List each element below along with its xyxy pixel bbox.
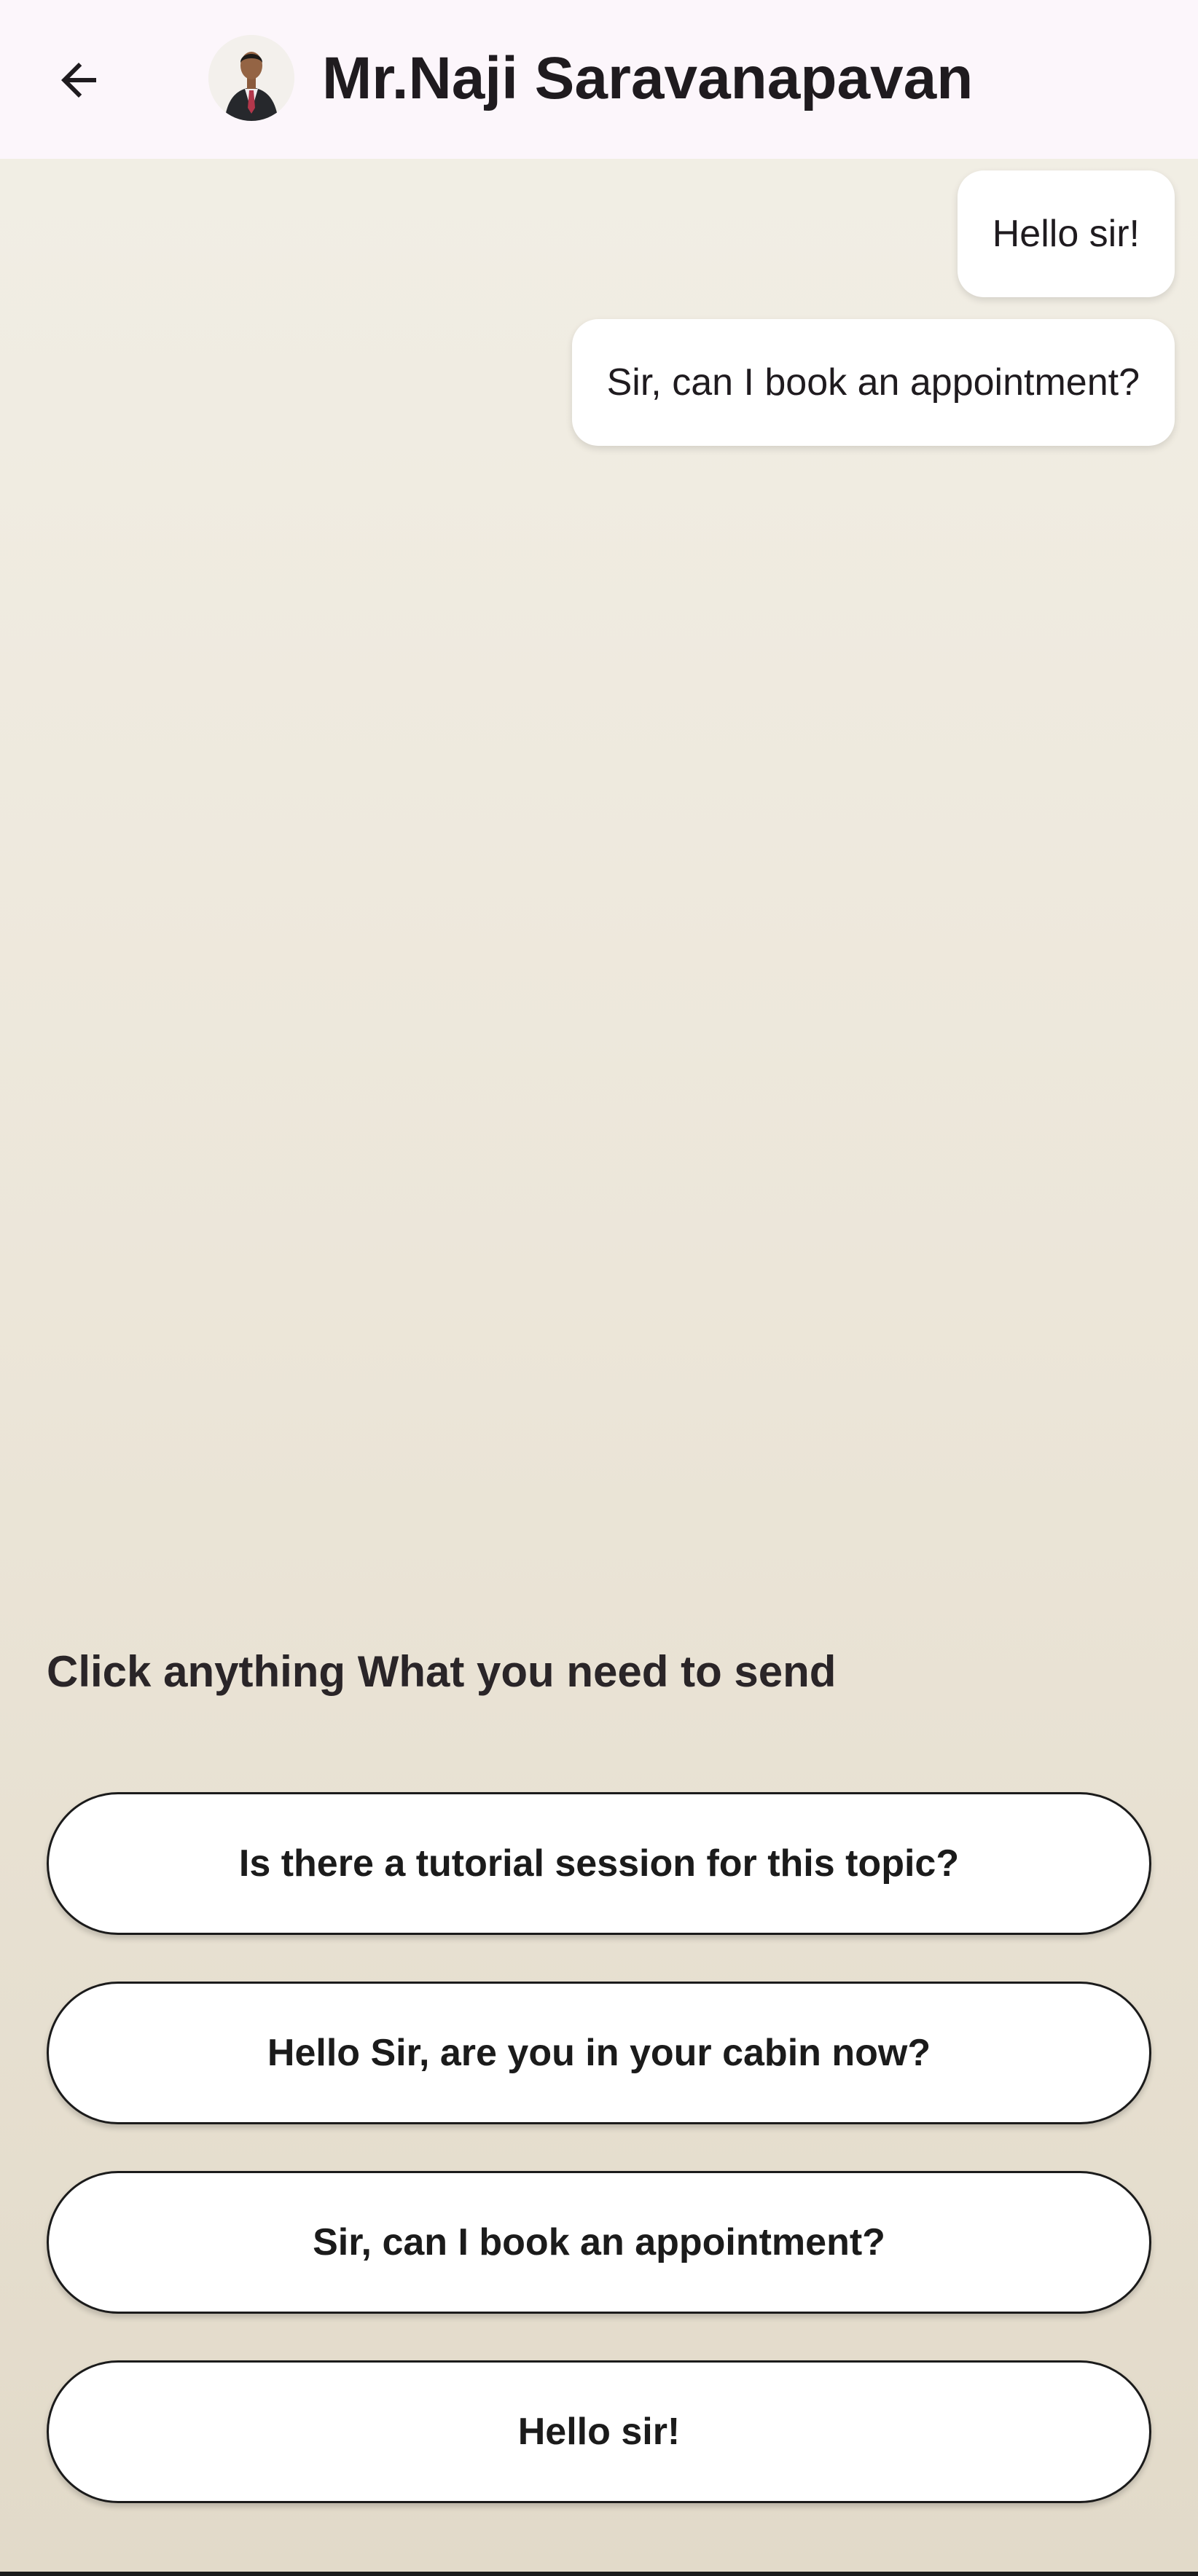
profile-photo xyxy=(208,35,294,121)
quick-reply-button[interactable]: Is there a tutorial session for this top… xyxy=(47,1792,1151,1935)
message-bubble-sent[interactable]: Sir, can I book an appointment? xyxy=(571,319,1175,446)
message-bubble-sent[interactable]: Hello sir! xyxy=(957,170,1175,297)
back-button[interactable] xyxy=(44,45,114,115)
avatar[interactable] xyxy=(208,35,294,121)
app-bar: Mr.Naji Saravanapavan xyxy=(0,0,1198,159)
quick-reply-heading: Click anything What you need to send xyxy=(47,1647,837,1696)
quick-reply-button[interactable]: Sir, can I book an appointment? xyxy=(47,2171,1151,2314)
bottom-divider xyxy=(0,2572,1198,2576)
quick-reply-button[interactable]: Hello sir! xyxy=(47,2360,1151,2503)
page-title: Mr.Naji Saravanapavan xyxy=(322,45,974,111)
quick-reply-button[interactable]: Hello Sir, are you in your cabin now? xyxy=(47,1982,1151,2124)
arrow-left-icon xyxy=(61,63,96,98)
